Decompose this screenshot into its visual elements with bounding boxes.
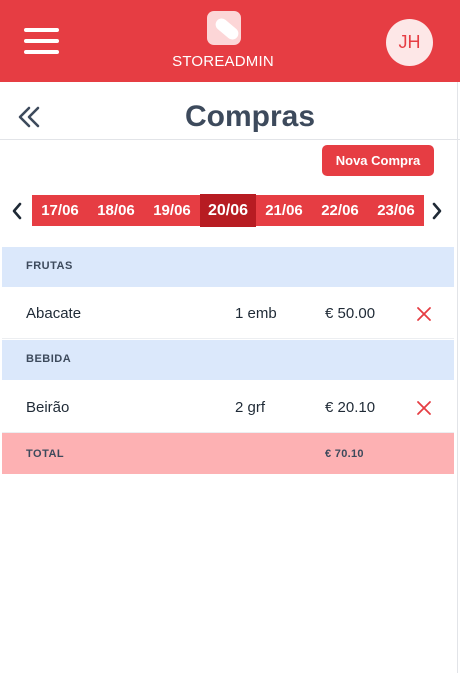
- item-quantity: 2 grf: [235, 399, 266, 416]
- item-quantity: 1 emb: [235, 305, 277, 322]
- total-row: TOTAL € 70.10: [2, 433, 454, 474]
- brand-name: STOREADMIN: [172, 53, 274, 70]
- chevron-right-icon[interactable]: [429, 200, 445, 222]
- double-chevron-left-icon[interactable]: [17, 104, 43, 130]
- date-option[interactable]: 19/06: [144, 195, 200, 226]
- category-label: FRUTAS: [26, 260, 73, 272]
- chevron-left-icon[interactable]: [9, 200, 25, 222]
- close-icon[interactable]: [416, 400, 432, 416]
- date-option[interactable]: 22/06: [312, 195, 368, 226]
- category-header: BEBIDA: [2, 340, 454, 380]
- category-header: FRUTAS: [2, 247, 454, 287]
- item-price: € 50.00: [325, 305, 376, 322]
- tag-logo-icon: [207, 11, 241, 45]
- avatar[interactable]: JH: [386, 19, 433, 66]
- date-selector: 17/06 18/06 19/06 20/06 21/06 22/06 23/06: [32, 194, 424, 227]
- page-title: Compras: [184, 100, 316, 133]
- date-option[interactable]: 21/06: [256, 195, 312, 226]
- new-purchase-button[interactable]: Nova Compra: [322, 145, 434, 176]
- total-label: TOTAL: [26, 448, 65, 460]
- total-value: € 70.10: [325, 448, 364, 460]
- list-item: Beirão 2 grf € 20.10: [2, 381, 454, 433]
- date-option[interactable]: 23/06: [368, 195, 424, 226]
- list-item: Abacate 1 emb € 50.00: [2, 287, 454, 339]
- title-divider: [0, 139, 460, 140]
- item-name: Beirão: [26, 399, 70, 416]
- date-option[interactable]: 20/06: [200, 194, 256, 227]
- close-icon[interactable]: [416, 306, 432, 322]
- category-label: BEBIDA: [26, 353, 72, 365]
- date-option[interactable]: 17/06: [32, 195, 88, 226]
- scroll-edge: [457, 82, 458, 673]
- date-option[interactable]: 18/06: [88, 195, 144, 226]
- item-name: Abacate: [26, 305, 82, 322]
- item-price: € 20.10: [325, 399, 376, 416]
- hamburger-menu-icon[interactable]: [24, 28, 59, 56]
- top-app-bar: STOREADMIN JH: [0, 0, 460, 82]
